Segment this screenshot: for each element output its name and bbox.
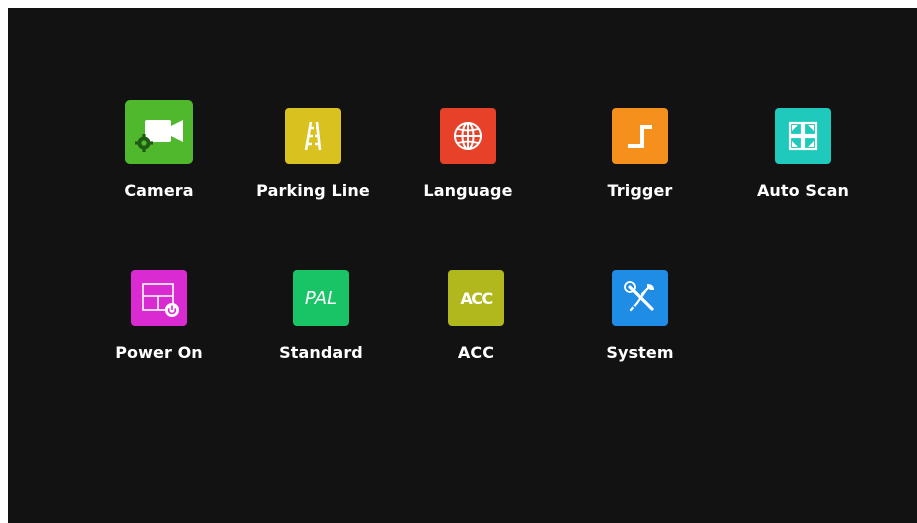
menu-item-acc[interactable]: ACC ACC	[411, 270, 541, 380]
menu-item-power-on[interactable]: Power On	[94, 270, 224, 380]
menu-item-trigger-label: Trigger	[607, 181, 673, 200]
menu-item-language[interactable]: Language	[403, 108, 533, 218]
split-screen-power-icon	[131, 270, 187, 326]
menu-item-trigger[interactable]: Trigger	[575, 108, 705, 218]
menu-item-camera[interactable]: Camera	[94, 100, 224, 218]
tools-icon	[612, 270, 668, 326]
menu-item-standard-label: Standard	[279, 343, 363, 362]
globe-icon	[440, 108, 496, 164]
menu-item-system-label: System	[606, 343, 674, 362]
main-menu-screen: Camera Parking Line Language Trigger Aut…	[8, 8, 917, 523]
acc-icon-text: ACC	[460, 288, 493, 308]
menu-item-language-label: Language	[423, 181, 513, 200]
menu-item-auto-scan[interactable]: Auto Scan	[738, 108, 868, 218]
trigger-step-icon	[612, 108, 668, 164]
camera-settings-icon	[125, 100, 193, 164]
menu-item-acc-label: ACC	[457, 343, 495, 362]
parking-line-icon	[285, 108, 341, 164]
menu-item-parking-line-label: Parking Line	[256, 181, 370, 200]
menu-item-system[interactable]: System	[575, 270, 705, 380]
quad-scan-icon	[775, 108, 831, 164]
menu-item-camera-label: Camera	[124, 181, 194, 200]
acc-icon: ACC	[448, 270, 504, 326]
menu-item-standard[interactable]: PAL Standard	[256, 270, 386, 380]
menu-item-parking-line[interactable]: Parking Line	[248, 108, 378, 218]
pal-icon-text: PAL	[304, 287, 338, 309]
menu-item-power-on-label: Power On	[115, 343, 203, 362]
menu-item-auto-scan-label: Auto Scan	[756, 181, 850, 200]
pal-icon: PAL	[293, 270, 349, 326]
